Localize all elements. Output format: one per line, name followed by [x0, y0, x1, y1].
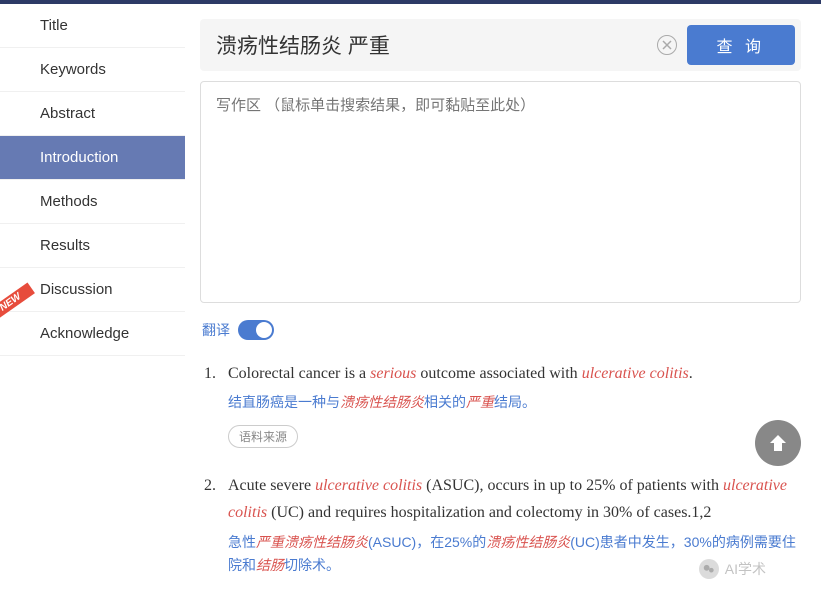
watermark: AI学术 — [699, 559, 766, 579]
result-number: 1. — [200, 360, 228, 450]
search-row: 查 询 — [200, 19, 801, 71]
result-chinese: 结直肠癌是一种与溃疡性结肠炎相关的严重结局。 — [228, 391, 801, 415]
translate-toggle[interactable] — [238, 320, 274, 340]
result-number: 2. — [200, 472, 228, 586]
search-input[interactable] — [206, 29, 657, 61]
translate-label: 翻译 — [202, 320, 230, 340]
result-item[interactable]: 1.Colorectal cancer is a serious outcome… — [200, 360, 801, 450]
main-container: TitleKeywordsAbstractIntroductionMethods… — [0, 4, 821, 591]
sidebar: TitleKeywordsAbstractIntroductionMethods… — [0, 4, 185, 591]
search-button[interactable]: 查 询 — [687, 25, 795, 65]
sidebar-item-acknowledge[interactable]: AcknowledgeNEW — [0, 312, 185, 356]
sidebar-item-methods[interactable]: Methods — [0, 180, 185, 224]
result-english: Acute severe ulcerative colitis (ASUC), … — [228, 472, 801, 526]
sidebar-item-title[interactable]: Title — [0, 4, 185, 48]
watermark-text: AI学术 — [725, 559, 766, 579]
sidebar-item-keywords[interactable]: Keywords — [0, 48, 185, 92]
arrow-up-icon — [766, 431, 790, 455]
source-button[interactable]: 语料来源 — [228, 425, 298, 448]
results-list: 1.Colorectal cancer is a serious outcome… — [200, 360, 801, 586]
clear-search-button[interactable] — [657, 35, 677, 55]
sidebar-item-results[interactable]: Results — [0, 224, 185, 268]
sidebar-item-introduction[interactable]: Introduction — [0, 136, 185, 180]
result-body: Colorectal cancer is a serious outcome a… — [228, 360, 801, 450]
wechat-icon — [699, 559, 719, 579]
result-english: Colorectal cancer is a serious outcome a… — [228, 360, 801, 387]
main-panel: 查 询 翻译 1.Colorectal cancer is a serious … — [185, 4, 821, 591]
translate-row: 翻译 — [200, 320, 801, 340]
scroll-top-button[interactable] — [755, 420, 801, 466]
sidebar-item-abstract[interactable]: Abstract — [0, 92, 185, 136]
close-icon — [662, 40, 672, 50]
writing-area[interactable] — [200, 81, 801, 303]
